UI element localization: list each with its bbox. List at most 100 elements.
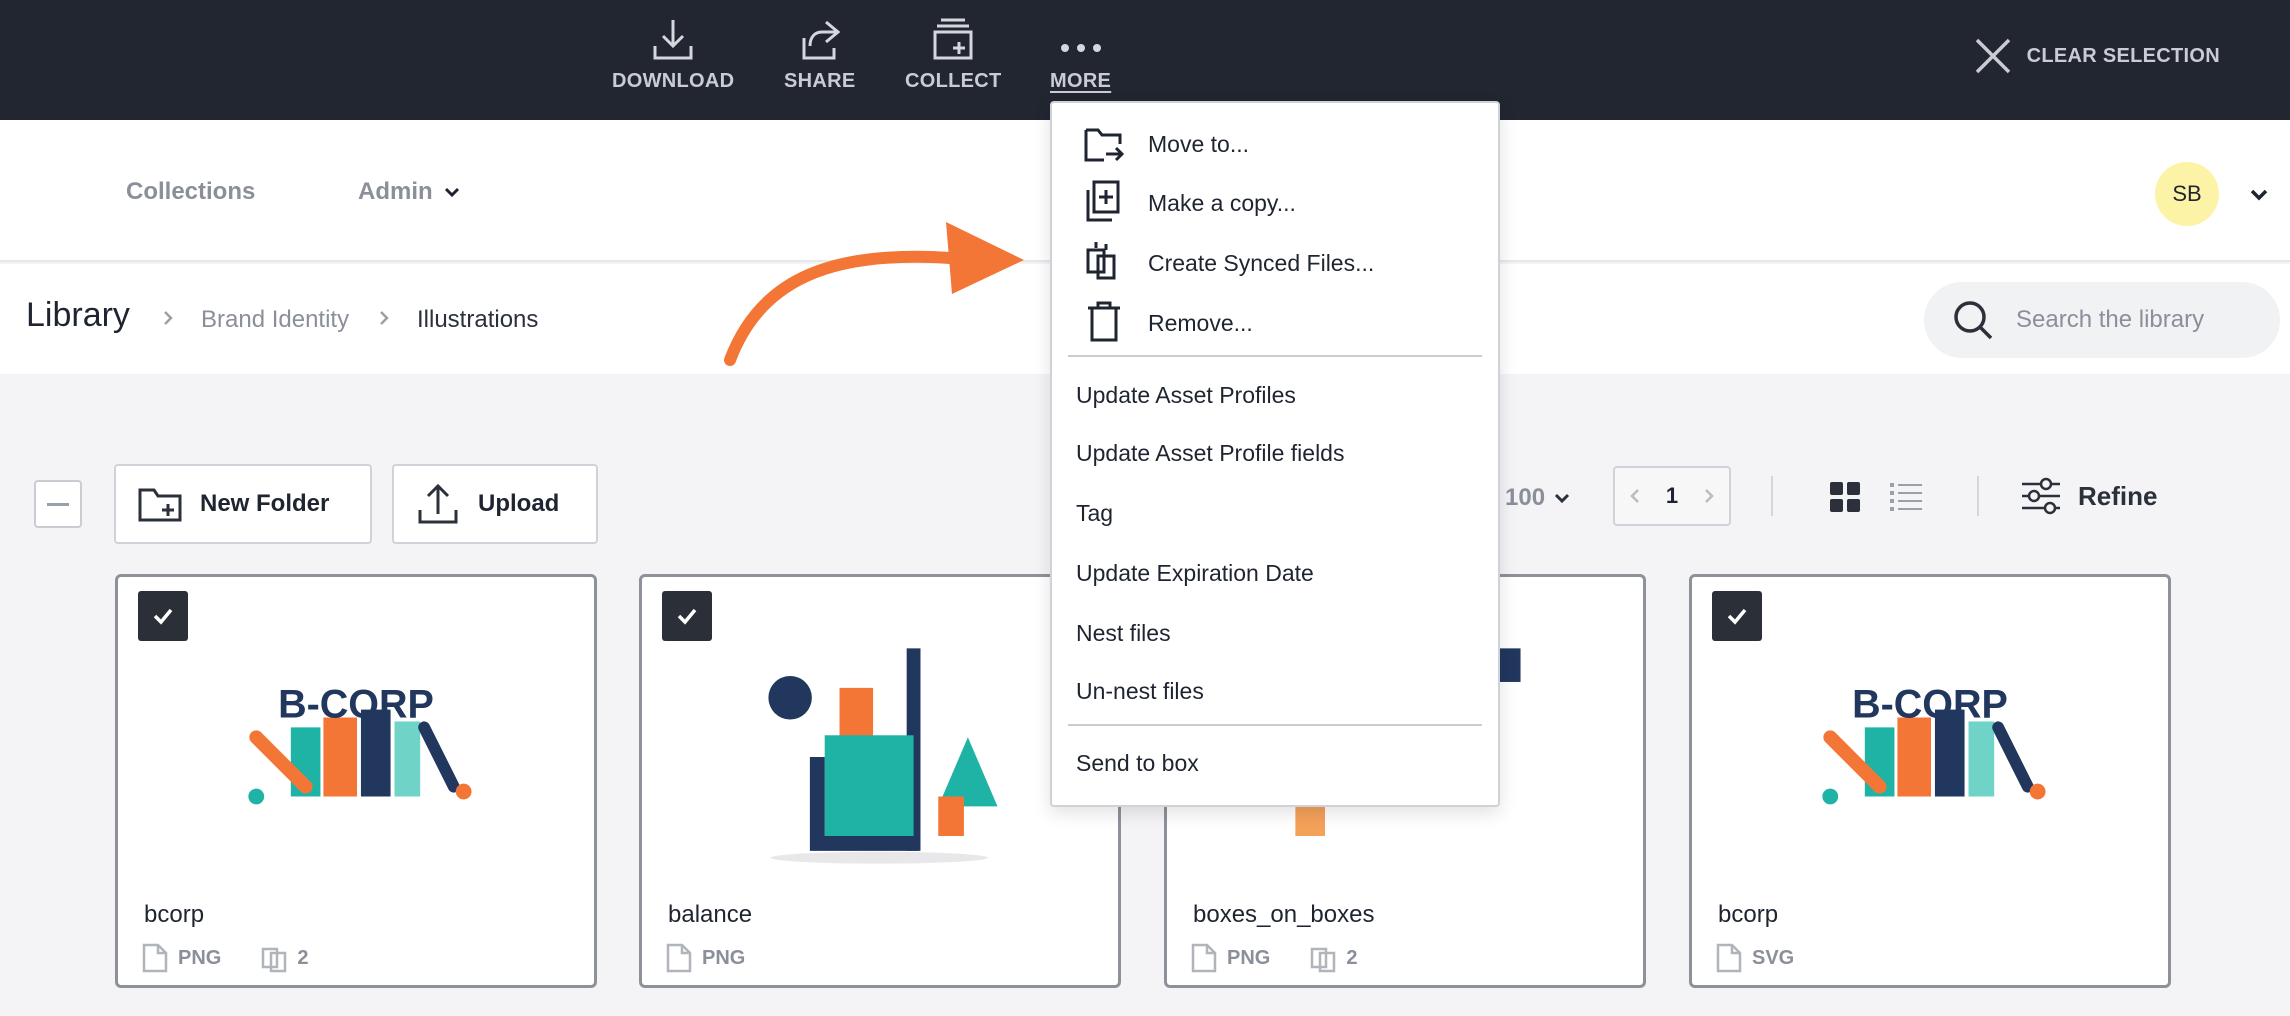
synced-files-icon [1311,947,1336,973]
checkmark-icon [153,608,173,625]
library-search [1924,282,2280,358]
asset-meta: SVG [1716,943,1794,973]
page-number: 1 [1665,483,1679,508]
asset-checkbox[interactable] [138,591,188,641]
asset-name: bcorp [1718,901,1779,928]
breadcrumb-library[interactable]: Library [26,296,130,335]
file-icon [142,943,168,973]
refine-label: Refine [2078,480,2158,511]
thumb-text: B-CORP [1852,682,2008,726]
balance-thumbnail [768,648,998,864]
more-label: MORE [1050,70,1112,92]
synced-count: 2 [297,946,309,969]
asset-type: SVG [1752,946,1795,969]
checkmark-icon [677,608,697,625]
collect-label: COLLECT [905,70,1002,92]
file-icon [1191,943,1217,973]
share-action[interactable]: SHARE [784,16,856,93]
bcorp-thumbnail: B-CORP [1822,682,2046,805]
divider [1771,476,1773,516]
asset-checkbox[interactable] [662,591,712,641]
menu-item-update-expiration[interactable]: Update Expiration Date [1076,560,1314,587]
bcorp-thumbnail: B-CORP [248,682,472,805]
chevron-down-icon [1554,493,1570,504]
menu-item-remove[interactable]: Remove... [1148,310,1253,337]
nav-admin[interactable]: Admin [358,178,461,206]
synced-files-icon [1086,242,1116,280]
more-dots-icon [1060,44,1101,52]
folder-plus-icon [138,488,182,522]
collect-action[interactable]: COLLECT [905,16,1002,93]
thumb-text: B-CORP [278,682,434,726]
refine-button[interactable]: Refine [2020,476,2157,516]
more-action[interactable]: MORE [1050,16,1111,93]
upload-label: Upload [478,490,560,517]
pagination: 1 [1613,466,1731,526]
per-page-value: 100 [1505,484,1546,511]
checkmark-icon [1727,608,1747,625]
grid-view-icon[interactable] [1830,482,1860,512]
annotation-arrow [724,222,1024,366]
minus-icon [47,502,69,506]
clear-selection-button[interactable]: CLEAR SELECTION [1973,36,2220,76]
nav-admin-label: Admin [358,178,433,205]
search-input[interactable] [2016,306,2236,334]
menu-divider [1068,355,1482,357]
upload-icon [418,483,458,524]
breadcrumb-brand-identity[interactable]: Brand Identity [201,306,349,334]
chevron-right-icon [164,311,173,325]
chevron-right-icon[interactable] [1701,488,1717,504]
asset-type: PNG [702,946,746,969]
asset-name: bcorp [144,901,205,928]
menu-divider [1068,724,1482,726]
search-icon [1954,301,1993,340]
chevron-right-icon [380,311,389,325]
clear-selection-label: CLEAR SELECTION [2026,44,2220,67]
download-icon [653,20,693,60]
asset-meta: PNG 2 [142,943,308,973]
asset-type: PNG [178,946,222,969]
move-to-icon [1084,128,1124,162]
menu-item-send-box[interactable]: Send to box [1076,750,1199,777]
menu-item-synced[interactable]: Create Synced Files... [1148,250,1374,277]
menu-item-tag[interactable]: Tag [1076,500,1113,527]
menu-item-unnest[interactable]: Un-nest files [1076,678,1204,705]
download-label: DOWNLOAD [612,70,735,92]
menu-item-update-profiles[interactable]: Update Asset Profiles [1076,382,1296,409]
synced-files-icon [262,947,287,973]
asset-card[interactable]: balance PNG [639,574,1121,988]
nav-collections-label: Collections [126,178,256,205]
sliders-icon [2022,477,2060,515]
asset-card[interactable]: B-CORP bcorp SVG [1689,574,2171,988]
new-folder-label: New Folder [200,490,330,517]
asset-meta: PNG 2 [1191,943,1357,973]
asset-meta: PNG [666,943,745,973]
menu-item-move[interactable]: Move to... [1148,131,1249,158]
file-icon [1716,943,1742,973]
copy-icon [1086,180,1120,222]
menu-item-update-profile-fields[interactable]: Update Asset Profile fields [1076,440,1344,467]
upload-button[interactable]: Upload [392,464,598,544]
asset-card[interactable]: B-CORP bcorp PNG 2 [115,574,597,988]
chevron-left-icon[interactable] [1627,488,1643,504]
synced-count: 2 [1346,946,1358,969]
user-initials: SB [2172,181,2202,206]
new-folder-button[interactable]: New Folder [114,464,372,544]
menu-item-copy[interactable]: Make a copy... [1148,190,1296,217]
nav-collections[interactable]: Collections [126,178,255,206]
user-menu-chevron-icon[interactable] [2248,184,2270,206]
trash-icon [1088,301,1120,342]
divider [1977,476,1979,516]
list-view-icon[interactable] [1890,482,1922,512]
chevron-down-icon [444,187,459,198]
asset-checkbox[interactable] [1712,591,1762,641]
collect-icon [933,18,973,60]
user-avatar[interactable]: SB [2155,162,2219,226]
deselect-all-checkbox[interactable] [34,480,82,528]
file-icon [666,943,692,973]
per-page-select[interactable]: 100 [1505,484,1571,512]
close-icon [1975,38,2010,74]
menu-item-nest[interactable]: Nest files [1076,620,1171,647]
asset-name: boxes_on_boxes [1193,901,1375,928]
download-action[interactable]: DOWNLOAD [612,16,734,93]
